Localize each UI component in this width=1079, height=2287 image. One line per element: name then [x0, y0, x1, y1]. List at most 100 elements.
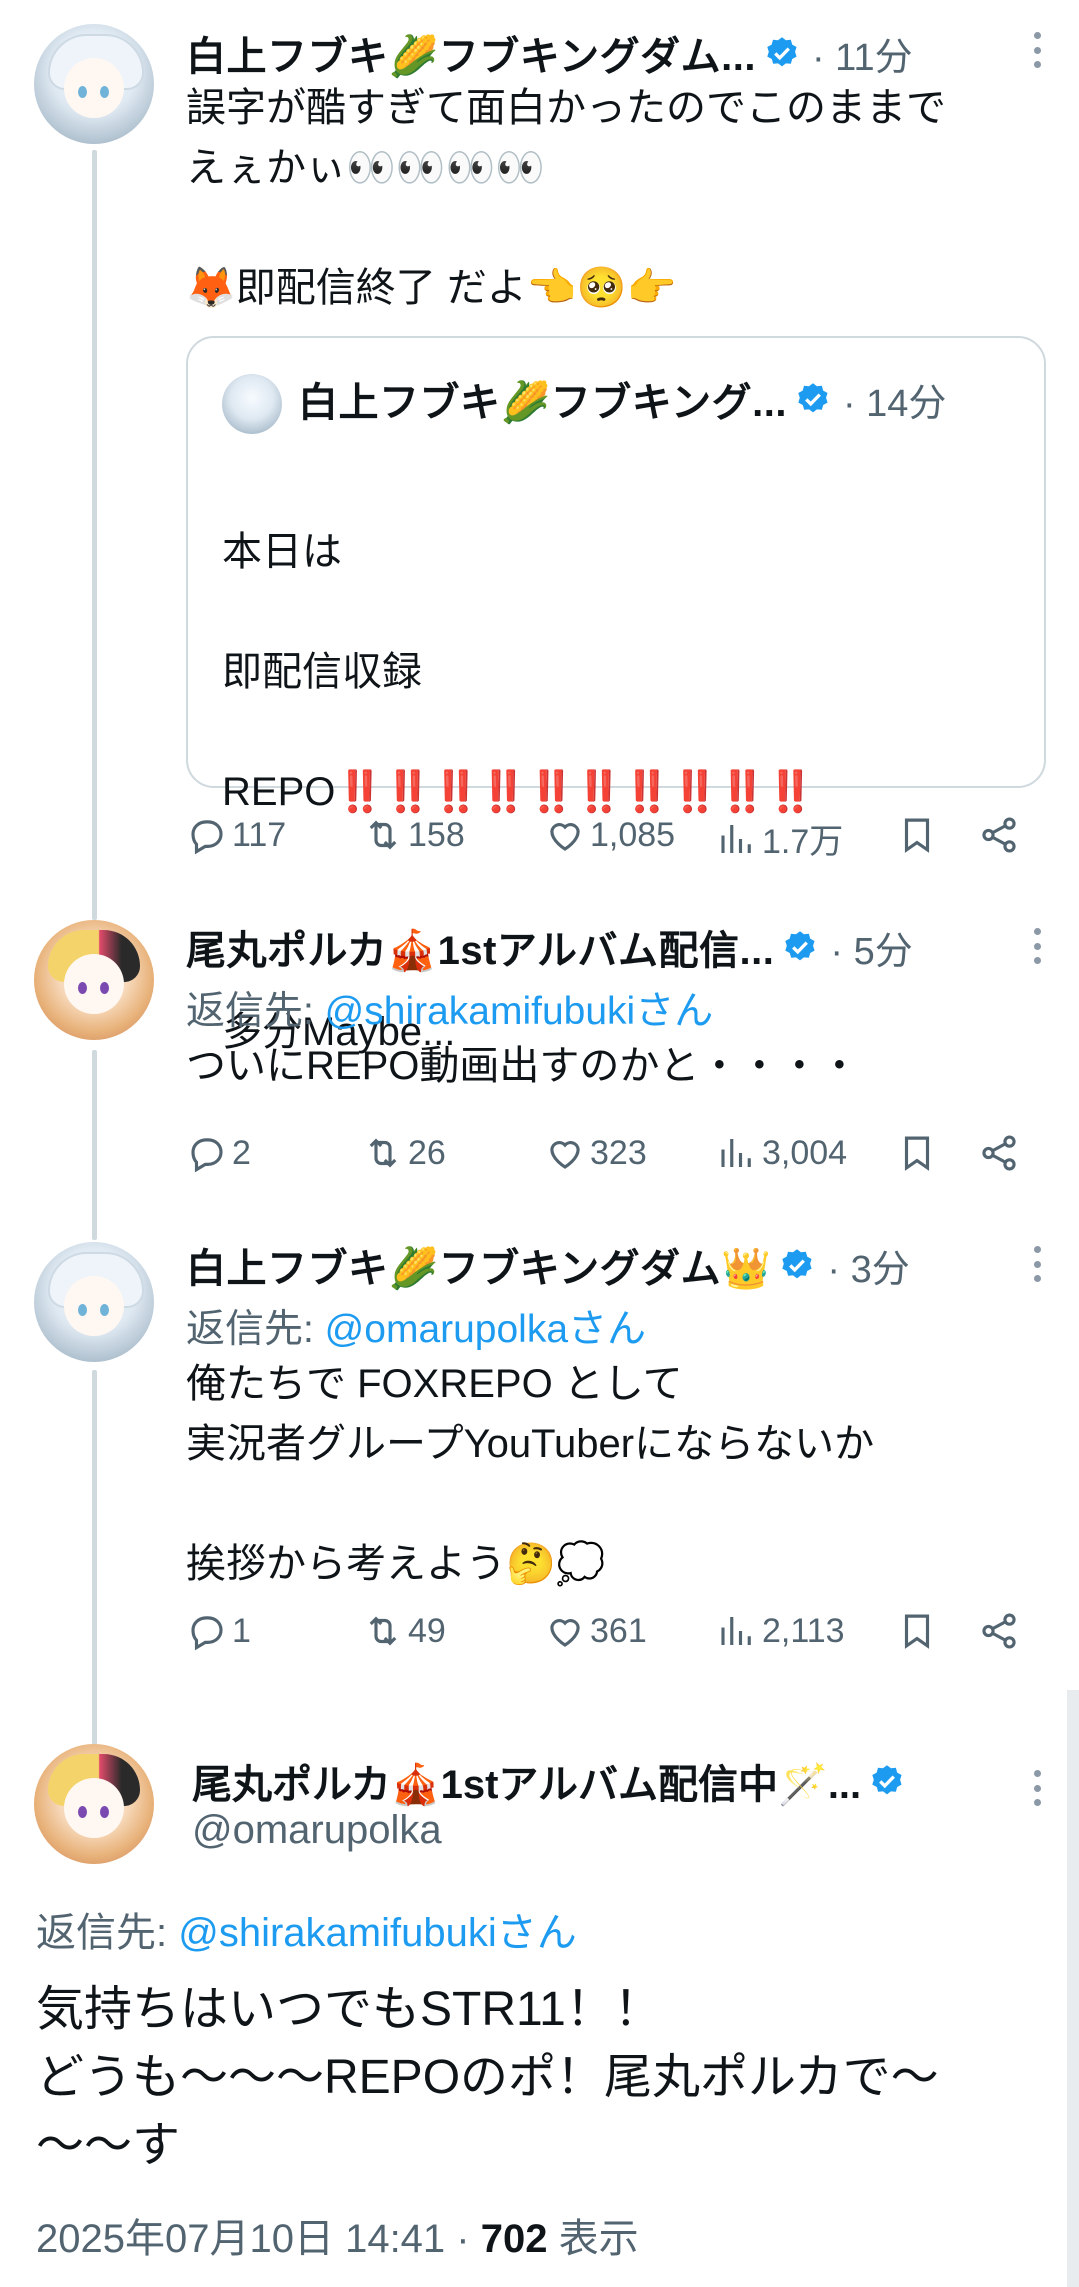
display-name[interactable]: 白上フブキ🌽フブキングダム...: [186, 24, 756, 82]
views-button[interactable]: 3,004: [716, 1132, 847, 1174]
tweet[interactable]: 白上フブキ🌽フブキングダム👑 · 3分 返信先: @omarupolkaさん 俺…: [0, 1218, 1079, 1678]
avatar-eye: [78, 1304, 87, 1316]
reply-to: 返信先: @omarupolkaさん: [186, 1298, 646, 1354]
avatar-face: [64, 1276, 124, 1336]
views-icon: [721, 1617, 751, 1645]
share-icon[interactable]: [978, 814, 1020, 856]
avatar-eye: [100, 86, 109, 98]
tweet-text: 俺たちで FOXREPO として 実況者グループYouTuberにならないか 挨…: [186, 1362, 875, 1586]
tweet[interactable]: 尾丸ポルカ🎪1stアルバム配信... · 5分 返信先: @shirakamif…: [0, 900, 1079, 1210]
reply-to-prefix: 返信先:: [36, 1911, 179, 1955]
avatar[interactable]: [34, 1242, 154, 1362]
avatar[interactable]: [34, 920, 154, 1040]
share-icon[interactable]: [978, 1610, 1020, 1652]
like-icon: [550, 1619, 580, 1647]
tweet-text: ついにREPO動画出すのかと・・・・: [186, 1044, 860, 1088]
like-count: 361: [590, 1611, 647, 1650]
retweet-icon: [369, 820, 397, 850]
tweet-header: 白上フブキ🌽フブキングダム👑 · 3分: [186, 1236, 910, 1294]
reply-to: 返信先: @shirakamifubukiさん: [186, 980, 713, 1036]
like-icon: [550, 823, 580, 851]
display-name[interactable]: 尾丸ポルカ🎪1stアルバム配信中🪄...: [192, 1752, 861, 1810]
avatar-face: [64, 58, 124, 118]
view-label: 表示: [547, 2217, 639, 2261]
user-handle[interactable]: @omarupolka: [192, 1808, 442, 1853]
more-icon[interactable]: [1019, 32, 1055, 68]
retweet-button[interactable]: 49: [362, 1610, 446, 1652]
avatar-eye: [78, 982, 87, 994]
reply-icon: [191, 820, 223, 855]
reply-to-mention[interactable]: @omarupolkaさん: [325, 1308, 646, 1351]
like-button[interactable]: 323: [544, 1132, 647, 1174]
retweet-button[interactable]: 158: [362, 814, 465, 856]
like-button[interactable]: 1,085: [544, 814, 675, 856]
display-name[interactable]: 白上フブキ🌽フブキングダム👑: [186, 1236, 771, 1294]
views-button[interactable]: 1.7万: [716, 814, 843, 863]
tweet-timestamp[interactable]: 2025年07月10日 14:41 ·: [36, 2217, 481, 2261]
bookmark-icon[interactable]: [896, 814, 938, 856]
avatar-face: [64, 954, 124, 1014]
avatar-face: [64, 1778, 124, 1838]
tweet-header: 尾丸ポルカ🎪1stアルバム配信... · 5分: [186, 918, 913, 976]
verified-icon: [798, 383, 828, 413]
quoted-line: REPO‼️‼️‼️‼️‼️‼️‼️‼️‼️‼️: [222, 762, 815, 822]
quoted-display-name: 白上フブキ🌽フブキング...: [298, 381, 787, 425]
quoted-time: · 14分: [842, 382, 947, 425]
avatar[interactable]: [34, 24, 154, 144]
reply-count: 1: [232, 1611, 251, 1650]
reply-button[interactable]: 2: [186, 1132, 251, 1174]
quoted-line-text: REPO: [222, 770, 336, 814]
like-button[interactable]: 361: [544, 1610, 647, 1652]
like-icon: [550, 1141, 580, 1169]
verified-icon: [767, 37, 797, 67]
reply-to-prefix: 返信先:: [186, 1308, 325, 1351]
verified-icon: [872, 1765, 902, 1795]
avatar-eye: [100, 982, 109, 994]
tweet-meta: 2025年07月10日 14:41 · 702 表示: [36, 2206, 639, 2264]
views-button[interactable]: 2,113: [716, 1610, 845, 1652]
avatar-eye: [78, 86, 87, 98]
views-count: 2,113: [762, 1611, 845, 1650]
reply-icon: [191, 1138, 223, 1173]
verified-icon: [785, 931, 815, 961]
retweet-count: 49: [408, 1611, 446, 1650]
tweet-text: 気持ちはいつでもSTR11！！ どうも〜〜〜REPOのポ！尾丸ポルカで〜 〜〜す: [36, 1983, 939, 2172]
avatar-eye: [78, 1806, 87, 1818]
action-bar: 1 49 361 2,113: [186, 1610, 1028, 1660]
focused-tweet: 尾丸ポルカ🎪1stアルバム配信中🪄... @omarupolka 返信先: @s…: [0, 1720, 1079, 2287]
reply-button[interactable]: 1: [186, 1610, 251, 1652]
reply-to-mention[interactable]: @shirakamifubukiさん: [178, 1911, 577, 1955]
like-count: 323: [590, 1133, 647, 1172]
tweet-time[interactable]: · 5分: [830, 920, 912, 975]
quoted-tweet[interactable]: 白上フブキ🌽フブキング... · 14分 本日は 即配信収録 REPO‼️‼️‼…: [186, 336, 1046, 1054]
avatar-eye: [100, 1806, 109, 1818]
retweet-count: 158: [408, 815, 465, 854]
bookmark-icon[interactable]: [896, 1132, 938, 1174]
tweet-text: 誤字が酷すぎて面白かったのでこのままで えぇかぃ👀👀👀👀 🦊即配信終了 だよ👈🥺…: [186, 86, 946, 310]
share-icon[interactable]: [978, 1132, 1020, 1174]
reply-icon: [191, 1616, 223, 1651]
reply-button[interactable]: 117: [186, 814, 286, 856]
bookmark-icon[interactable]: [896, 1610, 938, 1652]
views-icon: [721, 1139, 751, 1167]
retweet-count: 26: [408, 1133, 446, 1172]
more-icon[interactable]: [1019, 1246, 1055, 1282]
reply-to: 返信先: @shirakamifubukiさん: [36, 1900, 577, 1958]
more-icon[interactable]: [1019, 1770, 1055, 1806]
views-count: 3,004: [762, 1133, 848, 1172]
focused-header: 尾丸ポルカ🎪1stアルバム配信中🪄...: [192, 1752, 905, 1810]
tweet[interactable]: 白上フブキ🌽フブキングダム... · 11分 誤字が酷すぎて面白かったのでこのま…: [0, 0, 1079, 1054]
tweet-time[interactable]: · 3分: [827, 1238, 909, 1293]
reply-to-mention[interactable]: @shirakamifubukiさん: [325, 990, 714, 1033]
avatar[interactable]: [34, 1744, 154, 1864]
quoted-line: 本日は: [222, 530, 342, 574]
action-bar: 2 26 323 3,004: [186, 1132, 1028, 1182]
tweet-time[interactable]: · 11分: [812, 26, 913, 81]
views-count: 1.7万: [762, 823, 844, 861]
retweet-button[interactable]: 26: [362, 1132, 446, 1174]
views-icon: [721, 824, 751, 853]
more-icon[interactable]: [1019, 928, 1055, 964]
scrollbar[interactable]: [1067, 1690, 1079, 2287]
retweet-icon: [369, 1138, 397, 1168]
display-name[interactable]: 尾丸ポルカ🎪1stアルバム配信...: [186, 918, 774, 976]
